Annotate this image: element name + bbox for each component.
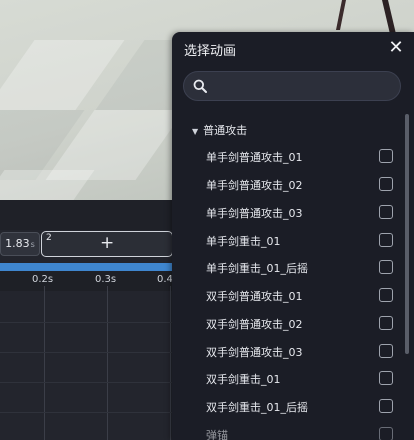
checkbox-icon[interactable] [379, 316, 393, 330]
list-item[interactable]: 双手剑普通攻击_02 [172, 310, 402, 338]
checkbox-icon[interactable] [379, 205, 393, 219]
checkbox-icon[interactable] [379, 149, 393, 163]
animation-name: 双手剑重击_01_后摇 [206, 401, 308, 414]
search-input[interactable] [214, 72, 398, 102]
animation-name: 双手剑普通攻击_03 [206, 346, 303, 359]
ruler-tick-label: 0.2s [32, 274, 54, 285]
checkbox-icon[interactable] [379, 371, 393, 385]
search-icon [193, 79, 207, 93]
plus-icon: + [100, 233, 115, 253]
checkbox-icon[interactable] [379, 177, 393, 191]
checkbox-icon[interactable] [379, 233, 393, 247]
animation-name: 单手剑普通攻击_02 [206, 179, 303, 192]
grid-line [0, 352, 172, 353]
select-animation-panel: 选择动画 ✕ ▼ 普通攻击 单手剑普通攻击_01 单手剑普通攻击_02 单手剑普通… [172, 32, 414, 440]
animation-name: 双手剑重击_01 [206, 373, 281, 386]
checkbox-icon[interactable] [379, 260, 393, 274]
animation-name: 单手剑普通攻击_01 [206, 151, 303, 164]
checkbox-icon[interactable] [379, 344, 393, 358]
time-unit: s [30, 240, 35, 249]
group-label: 普通攻击 [203, 124, 248, 137]
list-item[interactable]: 单手剑普通攻击_01 [172, 143, 402, 171]
group-toggle-normal-attack[interactable]: ▼ 普通攻击 [192, 122, 247, 138]
checkbox-icon[interactable] [379, 399, 393, 413]
animation-name: 单手剑重击_01_后摇 [206, 262, 308, 275]
checkbox-icon[interactable] [379, 427, 393, 440]
grid-line [44, 286, 45, 440]
grid-line [0, 412, 172, 413]
floor-tile [0, 170, 95, 200]
list-item[interactable]: 单手剑普通攻击_02 [172, 171, 402, 199]
caret-down-icon: ▼ [192, 127, 199, 136]
checkbox-icon[interactable] [379, 288, 393, 302]
ruler-tick-label: 0.3s [95, 274, 117, 285]
panel-title: 选择动画 [184, 44, 237, 59]
current-time-field[interactable]: 1.83s [0, 232, 40, 256]
grid-line [0, 382, 172, 383]
animation-name: 单手剑重击_01 [206, 235, 281, 248]
time-ruler[interactable] [0, 271, 172, 291]
grid-line [0, 322, 172, 323]
character-legs [336, 0, 396, 34]
ruler-tick-label: 0.4 [157, 274, 173, 285]
animation-track-bar[interactable] [0, 263, 172, 271]
list-item[interactable]: 双手剑普通攻击_01 [172, 282, 402, 310]
list-item[interactable]: 双手剑重击_01 [172, 365, 402, 393]
list-item[interactable]: 单手剑重击_01_后摇 [172, 254, 402, 282]
animation-name: 弹锚 [206, 429, 228, 440]
list-item[interactable]: 双手剑重击_01_后摇 [172, 393, 402, 421]
list-item[interactable]: 双手剑普通攻击_03 [172, 338, 402, 366]
grid-line [107, 286, 108, 440]
animation-name: 双手剑普通攻击_02 [206, 318, 303, 331]
search-box[interactable] [183, 71, 401, 102]
add-clip-button[interactable]: 2 + [41, 231, 173, 257]
current-time-value: 1.83 [5, 237, 30, 250]
list-item[interactable]: 弹锚 [172, 421, 402, 440]
scrollbar[interactable] [405, 114, 409, 354]
list-item[interactable]: 单手剑普通攻击_03 [172, 199, 402, 227]
animation-name: 双手剑普通攻击_01 [206, 290, 303, 303]
close-icon[interactable]: ✕ [387, 39, 405, 57]
clip-index: 2 [46, 233, 52, 243]
grid-line [170, 286, 171, 440]
animation-name: 单手剑普通攻击_03 [206, 207, 303, 220]
list-item[interactable]: 单手剑重击_01 [172, 227, 402, 255]
